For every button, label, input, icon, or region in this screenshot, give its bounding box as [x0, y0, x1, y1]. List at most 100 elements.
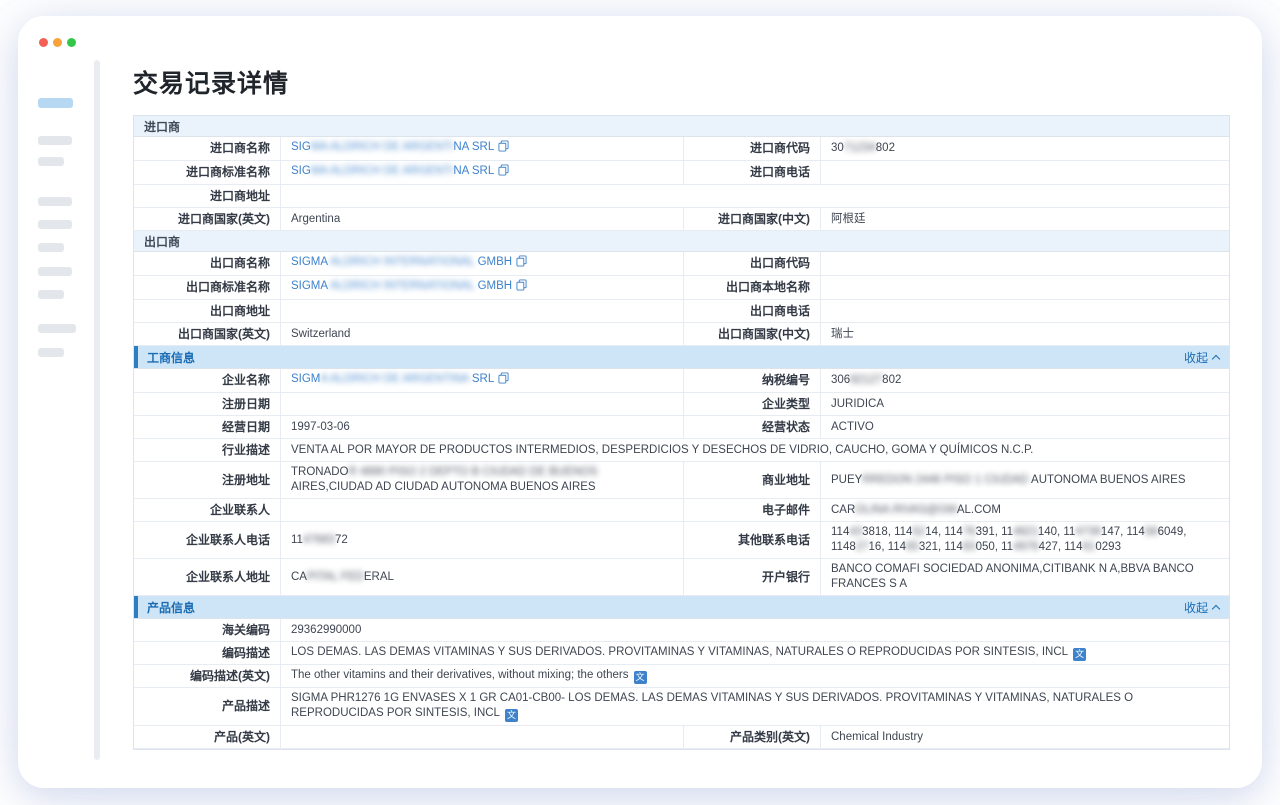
field-label: 出口商国家(英文)	[134, 323, 281, 345]
sidebar-skeleton-bar	[38, 348, 64, 357]
field-value: SIGMA ALDRICH DE ARGENTINA SRL	[281, 137, 684, 160]
translate-icon[interactable]: 文	[1073, 648, 1086, 661]
collapse-toggle[interactable]: 收起	[1184, 599, 1219, 616]
value-text: The other vitamins and their derivatives…	[291, 669, 629, 681]
value-text: 72	[335, 534, 348, 546]
company-link[interactable]: SIGMA ALDRICH DE ARGENTINA SRL	[291, 165, 494, 177]
value-text: BANCO COMAFI SOCIEDAD ANONIMA,CITIBANK N…	[831, 563, 1194, 590]
sidebar-active-item-skeleton	[38, 98, 73, 108]
copy-icon[interactable]	[516, 279, 527, 296]
sidebar-skeleton-bar	[38, 267, 72, 276]
field-value: SIGMA ALDRICH DE ARGENTINA SRL	[281, 369, 684, 392]
company-link[interactable]: SIGMA ALDRICH DE ARGENTINA SRL	[291, 141, 494, 153]
field-label: 出口商名称	[134, 252, 281, 275]
field-value-text: BANCO COMAFI SOCIEDAD ANONIMA,CITIBANK N…	[831, 562, 1219, 592]
table-row: 出口商名称 SIGMA ALDRICH INTERNATIONAL GMBH 出口商…	[134, 252, 1229, 276]
value-text: ACTIVO	[831, 421, 874, 433]
value-text: 3818, 114	[862, 526, 912, 538]
collapse-toggle[interactable]: 收起	[1184, 349, 1219, 366]
collapse-label: 收起	[1184, 349, 1208, 366]
maximize-button[interactable]	[67, 38, 76, 47]
value-text: 0293	[1095, 541, 1121, 553]
copy-icon[interactable]	[498, 164, 509, 181]
table-row: 企业联系人电话114768372其他联系电话114433818, 1145214…	[134, 522, 1229, 559]
value-text: SIGMA	[291, 280, 327, 292]
sidebar-skeleton-bar	[38, 197, 72, 206]
field-value: 阿根廷	[821, 208, 1229, 230]
field-value: VENTA AL POR MAYOR DE PRODUCTOS INTERMED…	[281, 439, 1229, 461]
table-row: 企业联系人电子邮件CAROLINA.RIVAS@GMAL.COM	[134, 499, 1229, 522]
field-value	[821, 276, 1229, 299]
field-value-text: 1997-03-06	[291, 420, 673, 435]
value-text: 阿根廷	[831, 213, 866, 225]
value-text: JURIDICA	[831, 398, 884, 410]
field-value-text: The other vitamins and their derivatives…	[291, 668, 1219, 684]
field-value-text: SIGMA ALDRICH DE ARGENTINA SRL	[291, 140, 673, 157]
field-value: CAPITAL FEDERAL	[281, 559, 684, 595]
close-button[interactable]	[39, 38, 48, 47]
field-value-text: SIGMA ALDRICH DE ARGENTINA SRL	[291, 372, 673, 389]
field-value	[281, 185, 1229, 207]
table-row: 经营日期1997-03-06经营状态ACTIVO	[134, 416, 1229, 439]
company-link[interactable]: SIGMA ALDRICH INTERNATIONAL GMBH	[291, 280, 512, 292]
section-title: 出口商	[144, 233, 180, 250]
field-label: 出口商本地名称	[684, 276, 821, 299]
redacted-text: RREDON 2446 PISO 1 CIUDAD	[862, 474, 1028, 486]
field-value	[821, 252, 1229, 275]
copy-icon[interactable]	[516, 255, 527, 272]
redacted-text: PITAL FED	[307, 571, 364, 583]
sidebar-skeleton-bar	[38, 136, 72, 145]
value-text: 140, 11	[1038, 526, 1076, 538]
copy-icon[interactable]	[498, 372, 509, 389]
field-value-text: LOS DEMAS. LAS DEMAS VITAMINAS Y SUS DER…	[291, 645, 1219, 661]
field-value-text: 114768372	[291, 533, 673, 548]
field-label: 产品类别(英文)	[684, 726, 821, 748]
field-label: 进口商地址	[134, 185, 281, 207]
table-row: 产品描述SIGMA PHR1276 1G ENVASES X 1 GR CA01…	[134, 688, 1229, 726]
redacted-text: 43	[849, 526, 862, 538]
value-text: AIRES,CIUDAD AD CIUDAD AUTONOMA BUENOS A…	[291, 481, 596, 493]
value-text: 16, 114	[869, 541, 907, 553]
sidebar-scrollbar[interactable]	[94, 60, 100, 760]
value-text: Chemical Industry	[831, 731, 923, 743]
field-value	[281, 726, 684, 748]
redacted-text: 52	[912, 526, 925, 538]
copy-icon[interactable]	[498, 140, 509, 157]
field-value-text: 114433818, 1145214, 11476391, 114821140,…	[831, 525, 1219, 555]
field-value-text: JURIDICA	[831, 397, 1219, 412]
value-text: SIG	[291, 141, 311, 153]
field-label: 行业描述	[134, 439, 281, 461]
redacted-text: R 4890 PISO 2 DEPTO B CIUDAD DE BUENOS	[349, 466, 598, 478]
value-text: LOS DEMAS. LAS DEMAS VITAMINAS Y SUS DER…	[291, 646, 1068, 658]
redacted-text: MA ALDRICH DE ARGENTI	[311, 141, 454, 153]
table-row: 产品(英文) 产品类别(英文) Chemical Industry	[134, 726, 1229, 749]
sidebar-skeleton-bar	[38, 243, 64, 252]
field-label: 企业名称	[134, 369, 281, 392]
field-value	[281, 393, 684, 415]
minimize-button[interactable]	[53, 38, 62, 47]
field-label: 商业地址	[684, 462, 821, 498]
company-link[interactable]: SIGMA ALDRICH INTERNATIONAL GMBH	[291, 256, 512, 268]
field-label: 出口商代码	[684, 252, 821, 275]
field-label: 产品(英文)	[134, 726, 281, 748]
field-value-text: ACTIVO	[831, 420, 1219, 435]
value-text: SIGMA	[291, 256, 327, 268]
value-text: 802	[882, 374, 901, 386]
redacted-text: 71234	[844, 142, 876, 154]
field-label: 出口商标准名称	[134, 276, 281, 299]
field-value: 114768372	[281, 522, 684, 558]
sidebar-skeleton-bar	[38, 220, 72, 229]
field-value-text: Argentina	[291, 212, 673, 227]
company-link[interactable]: SIGMA ALDRICH DE ARGENTINA SRL	[291, 373, 494, 385]
value-text: NA SRL	[453, 165, 494, 177]
field-value: 29362990000	[281, 619, 1229, 641]
table-row: 企业联系人地址CAPITAL FEDERAL开户银行BANCO COMAFI S…	[134, 559, 1229, 596]
field-value: Switzerland	[281, 323, 684, 345]
redacted-text: 58	[1145, 526, 1158, 538]
translate-icon[interactable]: 文	[634, 671, 647, 684]
section-header: 出口商	[134, 231, 1229, 252]
translate-icon[interactable]: 文	[505, 709, 518, 722]
field-label: 注册地址	[134, 462, 281, 498]
field-value-text: CAPITAL FEDERAL	[291, 570, 673, 585]
field-value-text: SIGMA ALDRICH INTERNATIONAL GMBH	[291, 255, 673, 272]
